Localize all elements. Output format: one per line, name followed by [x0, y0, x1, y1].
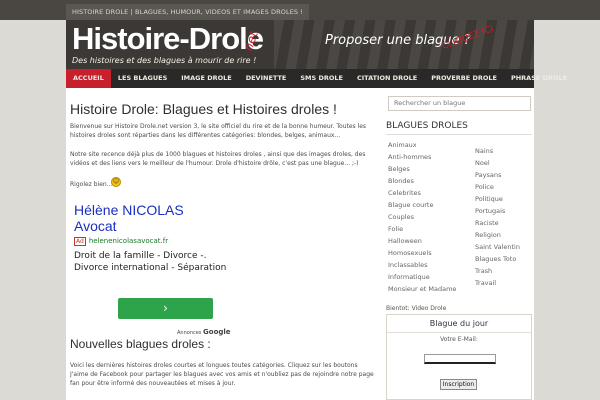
top-bar: HISTOIRE DROLE | BLAGUES, HUMOUR, VIDEOS…	[0, 0, 600, 20]
nav-item-sms-drole[interactable]: SMS DROLE	[293, 69, 350, 88]
ad-badge: Ad	[74, 237, 86, 246]
nav-item-les-blagues[interactable]: LES BLAGUES	[111, 69, 174, 88]
ad-text-line1: Droit de la famille - Divorce -.	[74, 251, 207, 261]
category-item[interactable]: Inclassables	[388, 259, 458, 271]
sidebar: Rechercher un blague BLAGUES DROLES Anim…	[384, 88, 534, 400]
nav-item-accueil[interactable]: ACCUEIL	[66, 69, 111, 88]
intro-paragraph: Bienvenue sur Histoire Drole.net version…	[70, 123, 367, 139]
category-item[interactable]: Monsieur et Madame	[388, 283, 458, 295]
category-item[interactable]: Animaux	[388, 139, 458, 151]
subscribe-button[interactable]: Inscription	[440, 379, 477, 390]
google-logo: Google	[203, 328, 231, 336]
nav-item-citation-drole[interactable]: CITATION DROLE	[350, 69, 424, 88]
rigolez-text: Rigolez bien...	[70, 181, 113, 188]
category-list-left: Animaux Anti-hommes Belges Blondes Celeb…	[388, 139, 458, 295]
search-input[interactable]: Rechercher un blague	[388, 96, 531, 111]
category-item[interactable]: Couples	[388, 211, 458, 223]
category-item[interactable]: Halloween	[388, 235, 458, 247]
email-label: Votre E-Mail:	[440, 336, 478, 343]
ad-arrow-button[interactable]: ›	[118, 298, 213, 319]
email-field[interactable]	[424, 354, 496, 364]
nav-item-phrase-drole[interactable]: PHRASE DROLE	[504, 69, 574, 88]
site-logo[interactable]: Histoire-Drole	[72, 21, 264, 57]
category-item[interactable]: Celebrites	[388, 187, 458, 199]
ad-url-row[interactable]: Ad helenenicolasavocat.fr	[74, 237, 274, 246]
site-header: Histoire-Drole net Des histoires et des …	[66, 20, 534, 69]
nav-item-proverbe-drole[interactable]: PROVERBE DROLE	[424, 69, 504, 88]
ads-by-label: Annonces	[177, 330, 202, 336]
category-item[interactable]: Belges	[388, 163, 458, 175]
category-item[interactable]: Informatique	[388, 271, 458, 283]
smiley-icon: ☺	[111, 177, 121, 187]
site-tagline: HISTOIRE DROLE | BLAGUES, HUMOUR, VIDEOS…	[66, 4, 309, 20]
site-subtitle: Des histoires et des blagues à mourir de…	[72, 56, 257, 65]
page-title: Histoire Drole: Blagues et Histoires dro…	[70, 101, 337, 117]
section-paragraph: Voici les dernières histoires droles cou…	[70, 362, 374, 387]
joke-of-day-title: Blague du jour	[387, 315, 531, 333]
google-ad[interactable]: Hélène NICOLAS Avocat Ad helenenicolasavo…	[74, 202, 274, 336]
category-item[interactable]: Blague courte	[388, 199, 458, 211]
category-item[interactable]: Blondes	[388, 175, 458, 187]
nav-item-devinette[interactable]: DEVINETTE	[239, 69, 294, 88]
bientot-text: Bientot: Video Drole	[386, 305, 447, 312]
category-item[interactable]: Homosexuels	[388, 247, 458, 259]
section-title: Nouvelles blagues droles :	[70, 337, 211, 351]
main-nav: ACCUEIL LES BLAGUES IMAGE DROLE DEVINETT…	[66, 69, 567, 88]
joke-of-day-box: Blague du jour Votre E-Mail: Inscription	[386, 314, 532, 400]
main-area: Histoire Drole: Blagues et Histoires dro…	[66, 88, 534, 400]
ad-text-line2: Divorce international - Séparation	[74, 263, 227, 273]
nav-item-image-drole[interactable]: IMAGE DROLE	[174, 69, 238, 88]
ad-title-line2[interactable]: Avocat	[74, 218, 274, 234]
intro-paragraph-2: Notre site recence déjà plus de 1000 bla…	[70, 151, 366, 167]
category-item[interactable]: Anti-hommes	[388, 151, 458, 163]
ads-by-google[interactable]: Annonces Google	[177, 328, 231, 336]
content-column: Histoire Drole: Blagues et Histoires dro…	[70, 88, 378, 400]
category-item[interactable]: Folie	[388, 223, 458, 235]
ad-url[interactable]: helenenicolasavocat.fr	[89, 237, 168, 245]
page-background-right	[534, 88, 600, 400]
ad-title-line1[interactable]: Hélène NICOLAS	[74, 202, 274, 218]
divider	[386, 134, 532, 135]
categories-title: BLAGUES DROLES	[386, 121, 468, 131]
